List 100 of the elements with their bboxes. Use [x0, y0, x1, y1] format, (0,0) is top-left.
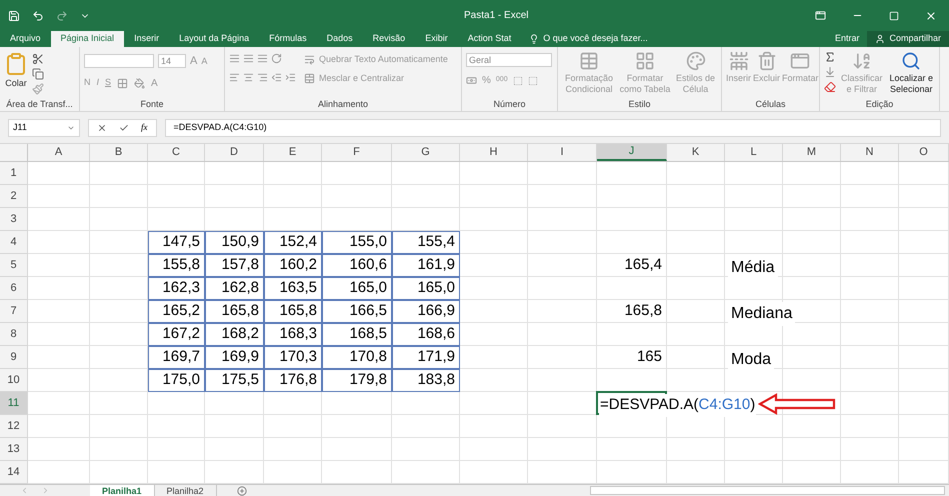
column-header[interactable]: G — [392, 144, 460, 161]
ribbon-display-icon[interactable] — [815, 10, 826, 21]
horizontal-scrollbar[interactable] — [590, 486, 945, 495]
search-field[interactable]: O que você deseja fazer... — [521, 31, 656, 47]
column-header[interactable]: A — [28, 144, 90, 161]
column-header[interactable]: O — [899, 144, 949, 161]
table-cell: 171,9 — [392, 346, 460, 369]
name-box[interactable]: J11 — [8, 118, 80, 136]
enter-icon[interactable] — [119, 122, 129, 132]
column-header[interactable]: N — [841, 144, 899, 161]
sheet-tab[interactable]: Planilha2 — [154, 485, 217, 496]
sign-in-link[interactable]: Entrar — [826, 31, 868, 47]
maximize-icon[interactable] — [889, 10, 899, 20]
table-cell — [667, 277, 725, 300]
column-header[interactable]: D — [205, 144, 264, 161]
sum-icon[interactable] — [824, 51, 836, 63]
bottom-align-icon[interactable] — [257, 53, 268, 64]
save-icon[interactable] — [8, 10, 20, 22]
fill-color-icon[interactable] — [134, 78, 146, 88]
menu-tab[interactable]: Página Inicial — [50, 31, 124, 47]
find-select-button[interactable]: Localizar e Selecionar — [888, 51, 935, 95]
copy-icon[interactable] — [32, 68, 44, 80]
table-cell — [899, 208, 949, 231]
middle-align-icon[interactable] — [243, 53, 254, 64]
cancel-icon[interactable] — [97, 122, 107, 132]
table-cell — [725, 438, 783, 461]
paste-button[interactable]: Colar — [4, 51, 28, 95]
menu-tab[interactable]: Layout da Página — [169, 31, 260, 47]
table-cell — [90, 323, 148, 346]
cut-icon[interactable] — [32, 53, 44, 65]
table-cell — [667, 208, 725, 231]
scroll-left-icon[interactable] — [20, 486, 29, 495]
eraser-icon[interactable] — [824, 81, 836, 93]
column-header[interactable]: K — [667, 144, 725, 161]
table-cell — [841, 415, 899, 438]
undo-icon[interactable] — [32, 10, 44, 22]
borders-icon[interactable] — [117, 78, 128, 88]
menu-tab[interactable]: Exibir — [415, 31, 458, 47]
column-header[interactable]: H — [460, 144, 528, 161]
row-header[interactable]: 5 — [0, 254, 28, 277]
table-cell: 170,3 — [264, 346, 322, 369]
table-cell — [28, 438, 90, 461]
row-header[interactable]: 8 — [0, 323, 28, 346]
menu-tab[interactable]: Action Stat — [458, 31, 522, 47]
menu-tab[interactable]: Dados — [316, 31, 363, 47]
row-header[interactable]: 4 — [0, 231, 28, 254]
table-cell — [597, 185, 667, 208]
table-cell: 161,9 — [392, 254, 460, 277]
column-header[interactable]: E — [264, 144, 322, 161]
row-header[interactable]: 11 — [0, 392, 28, 415]
align-right-icon[interactable] — [257, 72, 268, 83]
share-button[interactable]: Compartilhar — [867, 31, 949, 47]
formula-field[interactable]: =DESVPAD.A(C4:G10) — [164, 118, 941, 136]
add-sheet-icon[interactable] — [236, 486, 247, 496]
row-header[interactable]: 2 — [0, 185, 28, 208]
row-header[interactable]: 6 — [0, 277, 28, 300]
indent-increase-icon[interactable] — [285, 72, 296, 83]
column-header[interactable]: C — [148, 144, 205, 161]
column-header[interactable]: J — [597, 144, 667, 161]
table-cell — [783, 277, 841, 300]
orientation-icon[interactable] — [271, 53, 282, 64]
close-icon[interactable] — [925, 10, 937, 22]
menu-tab[interactable]: Revisão — [362, 31, 416, 47]
row-header[interactable]: 12 — [0, 415, 28, 438]
row-header[interactable]: 13 — [0, 438, 28, 461]
column-header[interactable]: L — [725, 144, 783, 161]
table-cell — [460, 254, 528, 277]
grid-icon — [579, 51, 599, 71]
palette-icon — [686, 51, 706, 71]
number-format-field[interactable]: Geral — [466, 53, 552, 67]
table-cell — [841, 185, 899, 208]
column-header[interactable]: M — [783, 144, 841, 161]
row-header[interactable]: 14 — [0, 461, 28, 484]
align-left-icon[interactable] — [229, 72, 240, 83]
row-header[interactable]: 7 — [0, 300, 28, 323]
row-header[interactable]: 3 — [0, 208, 28, 231]
table-cell — [597, 323, 667, 346]
table-cell — [899, 369, 949, 392]
column-header[interactable]: F — [322, 144, 392, 161]
row-header[interactable]: 1 — [0, 162, 28, 185]
indent-decrease-icon[interactable] — [271, 72, 282, 83]
insert-function-button[interactable]: fx — [141, 120, 148, 134]
scroll-right-icon[interactable] — [41, 486, 50, 495]
table-cell — [90, 185, 148, 208]
table-cell — [28, 323, 90, 346]
currency-icon[interactable] — [466, 75, 477, 86]
menu-tab[interactable]: Arquivo — [0, 31, 51, 47]
row-header[interactable]: 9 — [0, 346, 28, 369]
table-cell: 179,8 — [322, 369, 392, 392]
column-header[interactable]: B — [90, 144, 148, 161]
row-header[interactable]: 10 — [0, 369, 28, 392]
font-size-field[interactable]: 14 — [158, 54, 186, 68]
menu-tab[interactable]: Fórmulas — [259, 31, 317, 47]
table-cell — [460, 346, 528, 369]
top-align-icon[interactable] — [229, 53, 240, 64]
font-name-field[interactable] — [84, 54, 154, 68]
menu-tab[interactable]: Inserir — [124, 31, 170, 47]
align-center-icon[interactable] — [243, 72, 254, 83]
sheet-tab[interactable]: Planilha1 — [90, 485, 155, 496]
brush-icon[interactable] — [32, 83, 44, 95]
